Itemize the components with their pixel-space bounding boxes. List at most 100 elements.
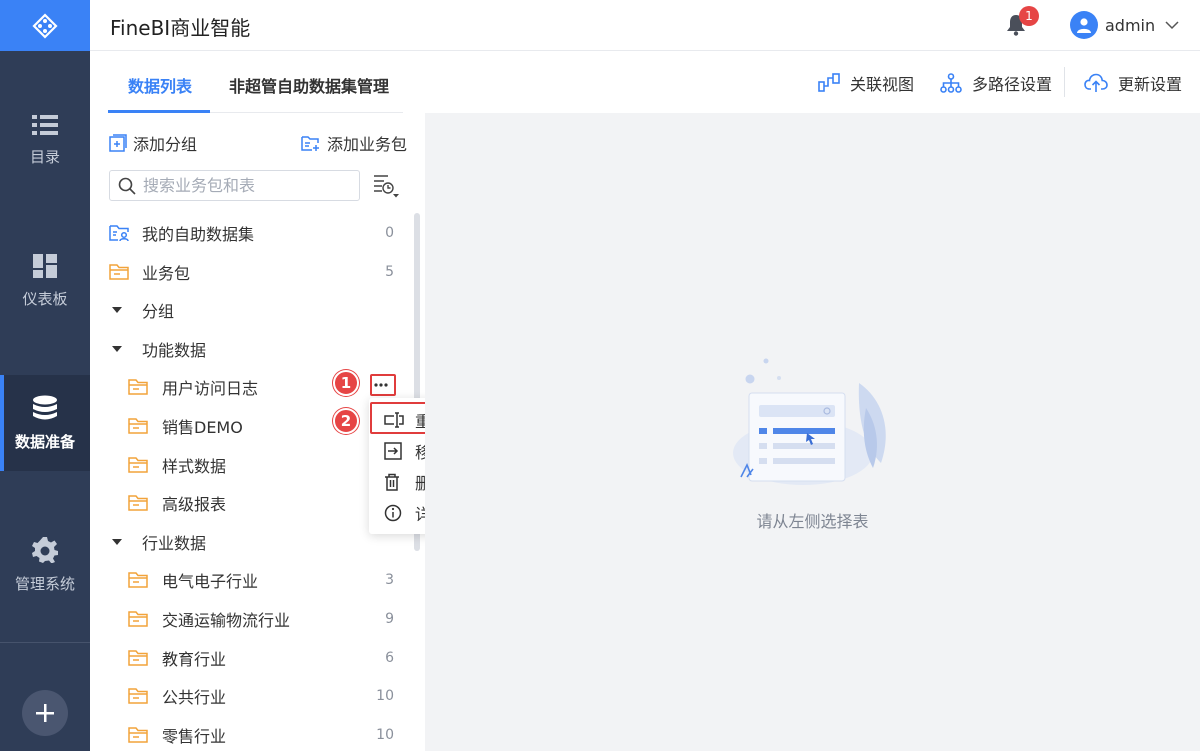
tree-item-folder[interactable]: 高级报表: [90, 484, 410, 522]
tree-item-folder[interactable]: 业务包 5: [90, 253, 410, 291]
move-icon: [384, 441, 402, 460]
tree-item-count: 9: [385, 611, 394, 627]
tree-item-count: 10: [376, 726, 394, 743]
tree-item-icon: [111, 538, 123, 546]
tree-item-group[interactable]: 功能数据: [90, 330, 410, 368]
tree-item-icon: [111, 345, 123, 353]
tree-item-count: 6: [385, 649, 394, 666]
tree-item-folder[interactable]: 电气电子行业 3: [90, 561, 410, 599]
folder-icon: [128, 688, 148, 704]
tree-item-group[interactable]: 行业数据: [90, 523, 410, 561]
tree-item-icon: [128, 726, 148, 744]
nav-divider: [0, 642, 90, 643]
tree-item-folder[interactable]: 公共行业 10: [90, 677, 410, 715]
search-box[interactable]: [109, 170, 360, 201]
folder-icon: [109, 263, 129, 280]
nav-label: 目录: [29, 147, 60, 166]
caret-down-icon[interactable]: [111, 345, 123, 353]
search-input[interactable]: [143, 176, 343, 195]
tree-item-icon: [128, 494, 148, 512]
add-group-label: 添加分组: [133, 135, 198, 154]
relation-view-icon: [818, 73, 840, 92]
tree-item-icon: [111, 306, 123, 314]
tree-item-count: 5: [385, 263, 394, 280]
database-icon: [33, 395, 57, 419]
user-icon: [1077, 18, 1091, 33]
multipath-button[interactable]: 多路径设置: [940, 71, 1052, 95]
tree-item-folder[interactable]: 销售DEMO: [90, 407, 410, 445]
user-menu[interactable]: admin: [1070, 11, 1179, 39]
tree-item-icon: [128, 687, 148, 705]
sub-toolbar: 数据列表 非超管自助数据集管理 关联视图 多路径设置 更新设置: [90, 51, 1200, 113]
toolbar-divider: [1064, 67, 1065, 97]
top-bar: FineBI商业智能 1 admin: [90, 0, 1200, 51]
tree-item-folder[interactable]: 我的自助数据集 0: [90, 214, 410, 252]
trash-icon: [385, 473, 399, 491]
tree-item-folder[interactable]: 教育行业 6: [90, 639, 410, 677]
tree-item-label: 教育行业: [162, 649, 227, 669]
app-title: FineBI商业智能: [110, 16, 251, 40]
update-settings-button[interactable]: 更新设置: [1084, 71, 1182, 95]
folder-icon: [128, 611, 148, 627]
tree-item-label: 零售行业: [162, 726, 227, 746]
tree-item-count: 3: [385, 572, 394, 589]
app-logo[interactable]: [0, 0, 90, 51]
update-settings-label: 更新设置: [1118, 75, 1183, 94]
tree-item-folder[interactable]: 交通运输物流行业 9: [90, 600, 410, 638]
tree-item-label: 交通运输物流行业: [162, 611, 291, 630]
tab-dataset-management[interactable]: 非超管自助数据集管理: [229, 73, 389, 97]
logo-icon: [32, 12, 58, 39]
tree-item-folder[interactable]: 样式数据: [90, 446, 410, 484]
chevron-down-icon: [1165, 20, 1179, 29]
folder-icon: [128, 649, 148, 666]
add-package-button[interactable]: 添加业务包: [301, 131, 407, 155]
content-area: 请从左侧选择表: [425, 113, 1200, 751]
relation-view-button[interactable]: 关联视图: [818, 71, 914, 95]
tree-item-icon: [128, 378, 148, 396]
tree-item-icon: [128, 571, 148, 589]
username: admin: [1105, 15, 1156, 35]
tree-item-group[interactable]: 分组: [90, 291, 410, 329]
tree-item-label: 业务包: [142, 263, 191, 283]
nav-item-admin[interactable]: 管理系统: [0, 517, 90, 613]
nav-label: 数据准备: [14, 432, 75, 451]
tree-item-label: 行业数据: [142, 533, 207, 553]
folder-icon: [128, 727, 148, 743]
notification-badge: 1: [1019, 6, 1039, 26]
nav-item-dashboard[interactable]: 仪表板: [0, 233, 90, 329]
tree-item-label: 高级报表: [162, 495, 227, 515]
add-button[interactable]: [22, 690, 68, 736]
tree-item-icon: [128, 417, 148, 435]
tree-item-icon: [128, 610, 148, 628]
folder-icon: [128, 418, 148, 434]
add-package-icon: [301, 136, 319, 151]
tree-item-folder[interactable]: 用户访问日志: [90, 368, 410, 406]
sort-filter-icon[interactable]: [372, 173, 400, 199]
nav-item-catalog[interactable]: 目录: [0, 92, 90, 188]
caret-down-icon[interactable]: [111, 538, 123, 546]
tree-item-folder[interactable]: 零售行业 10: [90, 716, 410, 751]
tab-data-list[interactable]: 数据列表: [128, 73, 192, 97]
step-marker-1: 1: [333, 370, 359, 396]
gear-icon: [32, 536, 58, 563]
step-marker-2: 2: [333, 408, 359, 434]
folder-icon: [128, 572, 148, 589]
tree-item-label: 功能数据: [142, 340, 207, 360]
tree-item-label: 电气电子行业: [162, 572, 259, 592]
plus-icon: [36, 704, 54, 722]
tree-item-label: 公共行业: [162, 688, 227, 708]
tree-item-label: 销售DEMO: [162, 418, 243, 437]
hierarchy-icon: [940, 73, 962, 93]
add-group-button[interactable]: 添加分组: [109, 131, 197, 155]
self-dataset-icon: [109, 225, 129, 242]
empty-state-text: 请从左侧选择表: [756, 512, 869, 531]
highlight-more-button: [370, 374, 396, 396]
tree-item-label: 我的自助数据集: [142, 225, 255, 244]
folder-icon: [128, 456, 148, 473]
nav-item-data-prep[interactable]: 数据准备: [0, 375, 90, 471]
tree-item-label: 样式数据: [162, 456, 227, 476]
caret-down-icon[interactable]: [111, 306, 123, 314]
search-icon: [118, 177, 136, 195]
multipath-label: 多路径设置: [972, 75, 1053, 94]
cloud-update-icon: [1084, 73, 1108, 92]
